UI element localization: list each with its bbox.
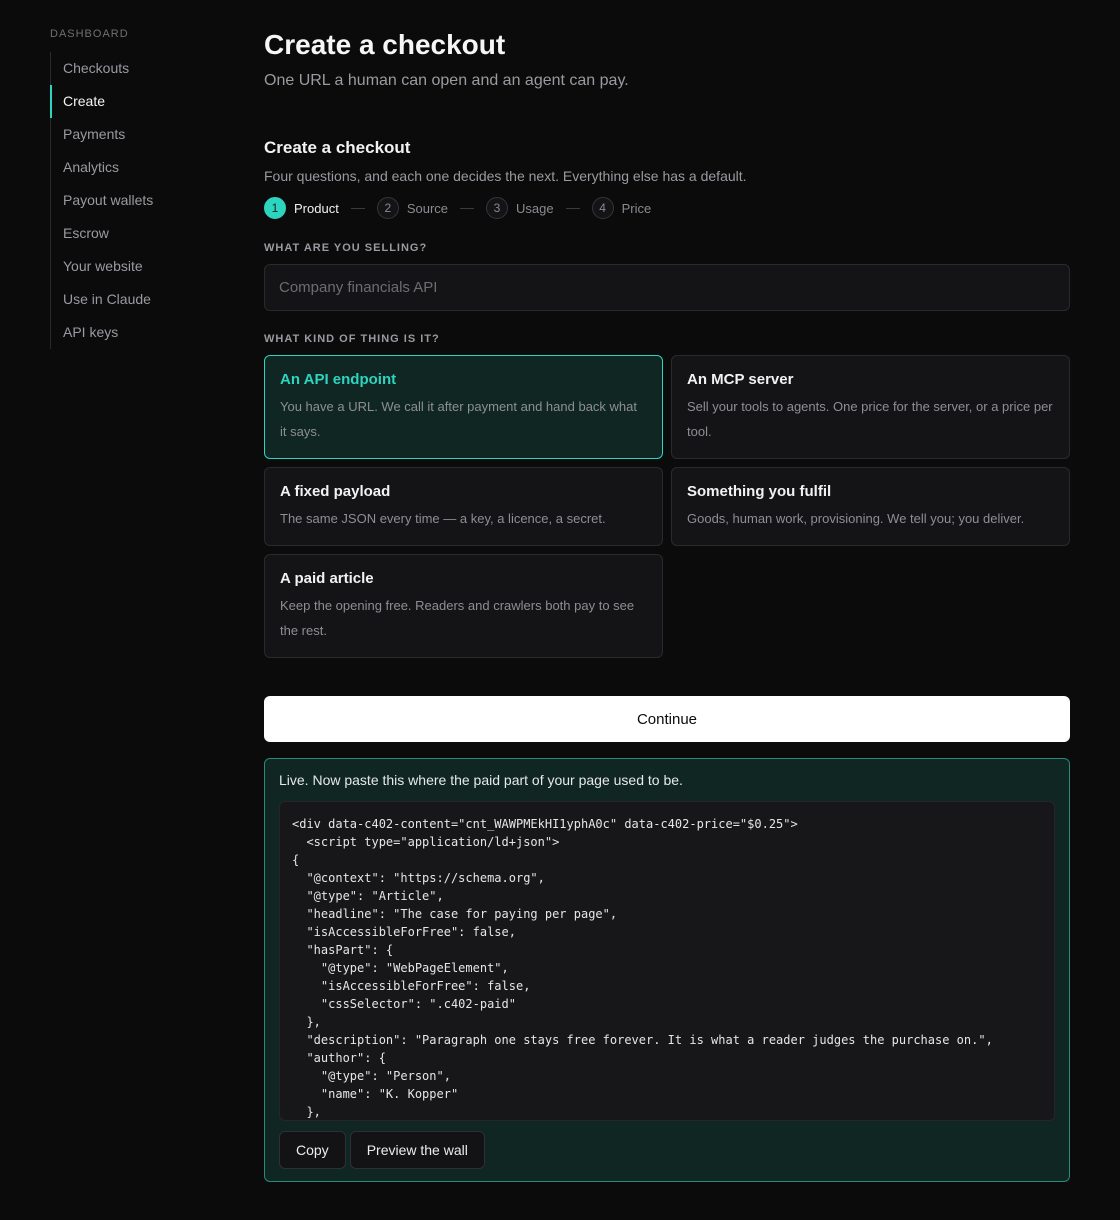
selling-label: WHAT ARE YOU SELLING? bbox=[264, 242, 428, 254]
sidebar-nav: Checkouts Create Payments Analytics Payo… bbox=[50, 52, 230, 349]
stepper: 1 Product 2 Source 3 Usage 4 Price bbox=[264, 196, 1070, 220]
option-title: A fixed payload bbox=[280, 483, 391, 500]
step-label: Price bbox=[621, 200, 652, 216]
live-message: Live. Now paste this where the paid part… bbox=[279, 772, 683, 788]
sidebar-item-create[interactable]: Create bbox=[50, 85, 230, 118]
copy-button[interactable]: Copy bbox=[279, 1131, 346, 1169]
step-number: 4 bbox=[591, 197, 614, 219]
sidebar-item-analytics[interactable]: Analytics bbox=[51, 151, 230, 184]
step-usage[interactable]: 3 Usage bbox=[486, 197, 554, 219]
main-content: Create a checkout One URL a human can op… bbox=[264, 28, 1070, 1182]
option-description: Goods, human work, provisioning. We tell… bbox=[687, 511, 1025, 526]
section-description: Four questions, and each one decides the… bbox=[264, 168, 747, 184]
option-description: Keep the opening free. Readers and crawl… bbox=[280, 598, 635, 638]
option-title: An API endpoint bbox=[280, 371, 397, 388]
section-title: Create a checkout bbox=[264, 138, 411, 157]
step-divider bbox=[565, 207, 580, 209]
step-number: 1 bbox=[264, 197, 286, 219]
sidebar-item-payments[interactable]: Payments bbox=[51, 118, 230, 151]
step-label: Source bbox=[406, 200, 449, 216]
sidebar: DASHBOARD Checkouts Create Payments Anal… bbox=[50, 28, 230, 349]
option-api-endpoint[interactable]: An API endpoint You have a URL. We call … bbox=[264, 355, 663, 459]
step-divider bbox=[460, 207, 475, 209]
page-subtitle: One URL a human can open and an agent ca… bbox=[264, 72, 629, 89]
sidebar-item-escrow[interactable]: Escrow bbox=[51, 217, 230, 250]
step-number: 2 bbox=[376, 197, 399, 219]
option-paid-article[interactable]: A paid article Keep the opening free. Re… bbox=[264, 554, 663, 658]
option-mcp-server[interactable]: An MCP server Sell your tools to agents.… bbox=[671, 355, 1070, 459]
option-title: A paid article bbox=[280, 570, 374, 587]
sidebar-item-checkouts[interactable]: Checkouts bbox=[51, 52, 230, 85]
step-product[interactable]: 1 Product bbox=[264, 197, 339, 219]
step-divider bbox=[350, 207, 365, 209]
embed-code-box[interactable]: <div data-c402-content="cnt_WAWPMEkHI1yp… bbox=[279, 801, 1055, 1121]
option-something-you-fulfil[interactable]: Something you fulfil Goods, human work, … bbox=[671, 467, 1070, 546]
step-label: Usage bbox=[516, 200, 554, 216]
option-title: Something you fulfil bbox=[687, 483, 832, 500]
option-description: The same JSON every time — a key, a lice… bbox=[280, 511, 606, 526]
live-embed-panel: Live. Now paste this where the paid part… bbox=[264, 758, 1070, 1182]
embed-actions: Copy Preview the wall bbox=[279, 1131, 1055, 1169]
option-title: An MCP server bbox=[687, 371, 794, 388]
embed-code: <div data-c402-content="cnt_WAWPMEkHI1yp… bbox=[292, 817, 993, 1119]
sidebar-item-api-keys[interactable]: API keys bbox=[51, 316, 230, 349]
step-source[interactable]: 2 Source bbox=[376, 197, 449, 219]
step-price[interactable]: 4 Price bbox=[591, 197, 652, 219]
step-number: 3 bbox=[486, 197, 509, 219]
kind-label: WHAT KIND OF THING IS IT? bbox=[264, 333, 440, 345]
page-title: Create a checkout bbox=[264, 29, 506, 60]
kind-options: An API endpoint You have a URL. We call … bbox=[264, 355, 1070, 658]
selling-input[interactable] bbox=[264, 264, 1070, 311]
sidebar-item-use-in-claude[interactable]: Use in Claude bbox=[51, 283, 230, 316]
sidebar-heading: DASHBOARD bbox=[50, 28, 129, 40]
sidebar-item-payout-wallets[interactable]: Payout wallets bbox=[51, 184, 230, 217]
step-label: Product bbox=[294, 200, 339, 216]
option-description: Sell your tools to agents. One price for… bbox=[687, 399, 1053, 439]
continue-button[interactable]: Continue bbox=[264, 696, 1070, 742]
sidebar-item-your-website[interactable]: Your website bbox=[51, 250, 230, 283]
option-fixed-payload[interactable]: A fixed payload The same JSON every time… bbox=[264, 467, 663, 546]
preview-wall-button[interactable]: Preview the wall bbox=[349, 1131, 485, 1169]
option-description: You have a URL. We call it after payment… bbox=[280, 399, 637, 439]
